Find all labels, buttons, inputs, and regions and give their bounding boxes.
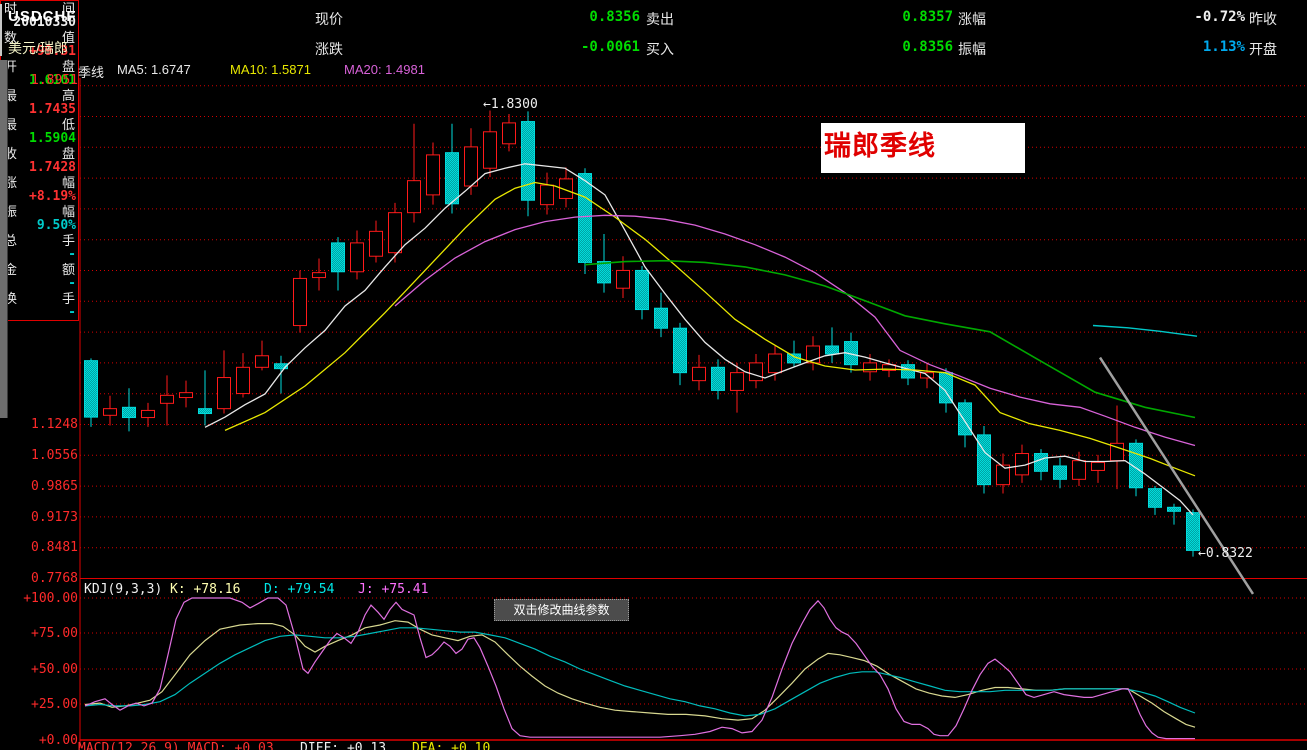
- chart-title-box[interactable]: 瑞郎季线: [821, 123, 1025, 173]
- axis-label: 0.9865: [31, 479, 78, 494]
- axis-label: +75.00: [31, 626, 78, 641]
- candle-body: [673, 327, 687, 374]
- candle-body: [122, 406, 136, 419]
- last-price-callout: ←0.8322: [1198, 546, 1253, 561]
- candle-body: [293, 277, 307, 327]
- kdj-j-line: [84, 597, 1195, 740]
- kdj-k-line: [84, 620, 1196, 728]
- curve-tooltip: 双击修改曲线参数: [494, 599, 629, 621]
- kdj-d-value: D: +79.54: [264, 582, 335, 597]
- macd-dea-value: DEA: +0.10: [412, 741, 491, 750]
- candle-body: [540, 184, 554, 206]
- chart-title-text: 瑞郎季线: [824, 131, 936, 161]
- candle-body: [407, 180, 421, 214]
- candle-body: [1034, 453, 1048, 472]
- candle-body: [1053, 465, 1067, 480]
- candle-body: [103, 408, 117, 416]
- candle-body: [711, 366, 725, 391]
- candle-body: [521, 121, 535, 201]
- short-ma-line: [1092, 324, 1198, 337]
- kdj-d-line: [84, 627, 1196, 717]
- axis-label: 0.9173: [31, 510, 78, 525]
- candle-body: [635, 269, 649, 311]
- price-chart[interactable]: 1.8951 1.1248 1.0556 0.9865 0.9173 0.8481 0.77…: [0, 0, 1307, 750]
- candle-body: [502, 122, 516, 145]
- candle-body: [901, 364, 915, 379]
- candle-body: [464, 146, 478, 187]
- high-price-callout: ←1.8300: [483, 97, 538, 112]
- axis-label: +0.00: [39, 733, 78, 748]
- candle-body: [198, 408, 212, 415]
- candle-body: [445, 152, 459, 205]
- candle-body: [160, 394, 174, 404]
- candle-body: [141, 409, 155, 419]
- candle-body: [331, 242, 345, 273]
- macd-diff-value: DIFF: +0.13: [300, 741, 387, 750]
- ma10-line: [224, 181, 1196, 477]
- candle-body: [768, 353, 782, 374]
- trading-terminal: USDCHF 美元/瑞郎 现价 0.8356 卖出 0.8357 涨幅 -0.7…: [0, 0, 1307, 750]
- axis-label: 1.1248: [31, 417, 78, 432]
- axis-label: +100.00: [23, 591, 78, 606]
- axis-label: 0.7768: [31, 571, 78, 586]
- candle-body: [350, 242, 364, 273]
- axis-label: 0.8481: [31, 540, 78, 555]
- candle-body: [692, 366, 706, 382]
- candle-body: [312, 272, 326, 279]
- candle-body: [1167, 506, 1181, 512]
- candle-body: [1072, 460, 1086, 480]
- candle-body: [179, 392, 193, 399]
- axis-label: +50.00: [31, 662, 78, 677]
- candle-body: [958, 402, 972, 436]
- candle-body: [388, 212, 402, 254]
- candle-body: [749, 362, 763, 382]
- kdj-k-value: K: +78.16: [170, 582, 241, 597]
- candle-body: [977, 434, 991, 486]
- candle-body: [255, 355, 269, 368]
- candle-body: [825, 345, 839, 355]
- candle-body: [616, 269, 630, 289]
- kdj-title[interactable]: KDJ(9,3,3): [84, 582, 162, 597]
- candle-body: [483, 131, 497, 169]
- kdj-j-value: J: +75.41: [358, 582, 429, 597]
- candle-body: [597, 261, 611, 284]
- candle-body: [236, 366, 250, 395]
- candle-body: [654, 307, 668, 329]
- candle-body: [1186, 512, 1200, 551]
- candle-body: [1148, 488, 1162, 508]
- candle-body: [426, 154, 440, 196]
- macd-title-value[interactable]: MACD(12,26,9) MACD: +0.03: [78, 741, 274, 750]
- tooltip-text: 双击修改曲线参数: [513, 603, 610, 617]
- candle-body: [578, 173, 592, 263]
- candle-body: [84, 360, 98, 418]
- axis-label: +25.00: [31, 697, 78, 712]
- axis-label: 1.8951: [31, 73, 78, 88]
- ma20-line: [394, 214, 1196, 447]
- candle-body: [1091, 461, 1105, 471]
- candle-body: [369, 230, 383, 257]
- candle-body: [217, 377, 231, 410]
- candle-body: [730, 372, 744, 391]
- candle-body: [863, 362, 877, 373]
- axis-label: 1.0556: [31, 448, 78, 463]
